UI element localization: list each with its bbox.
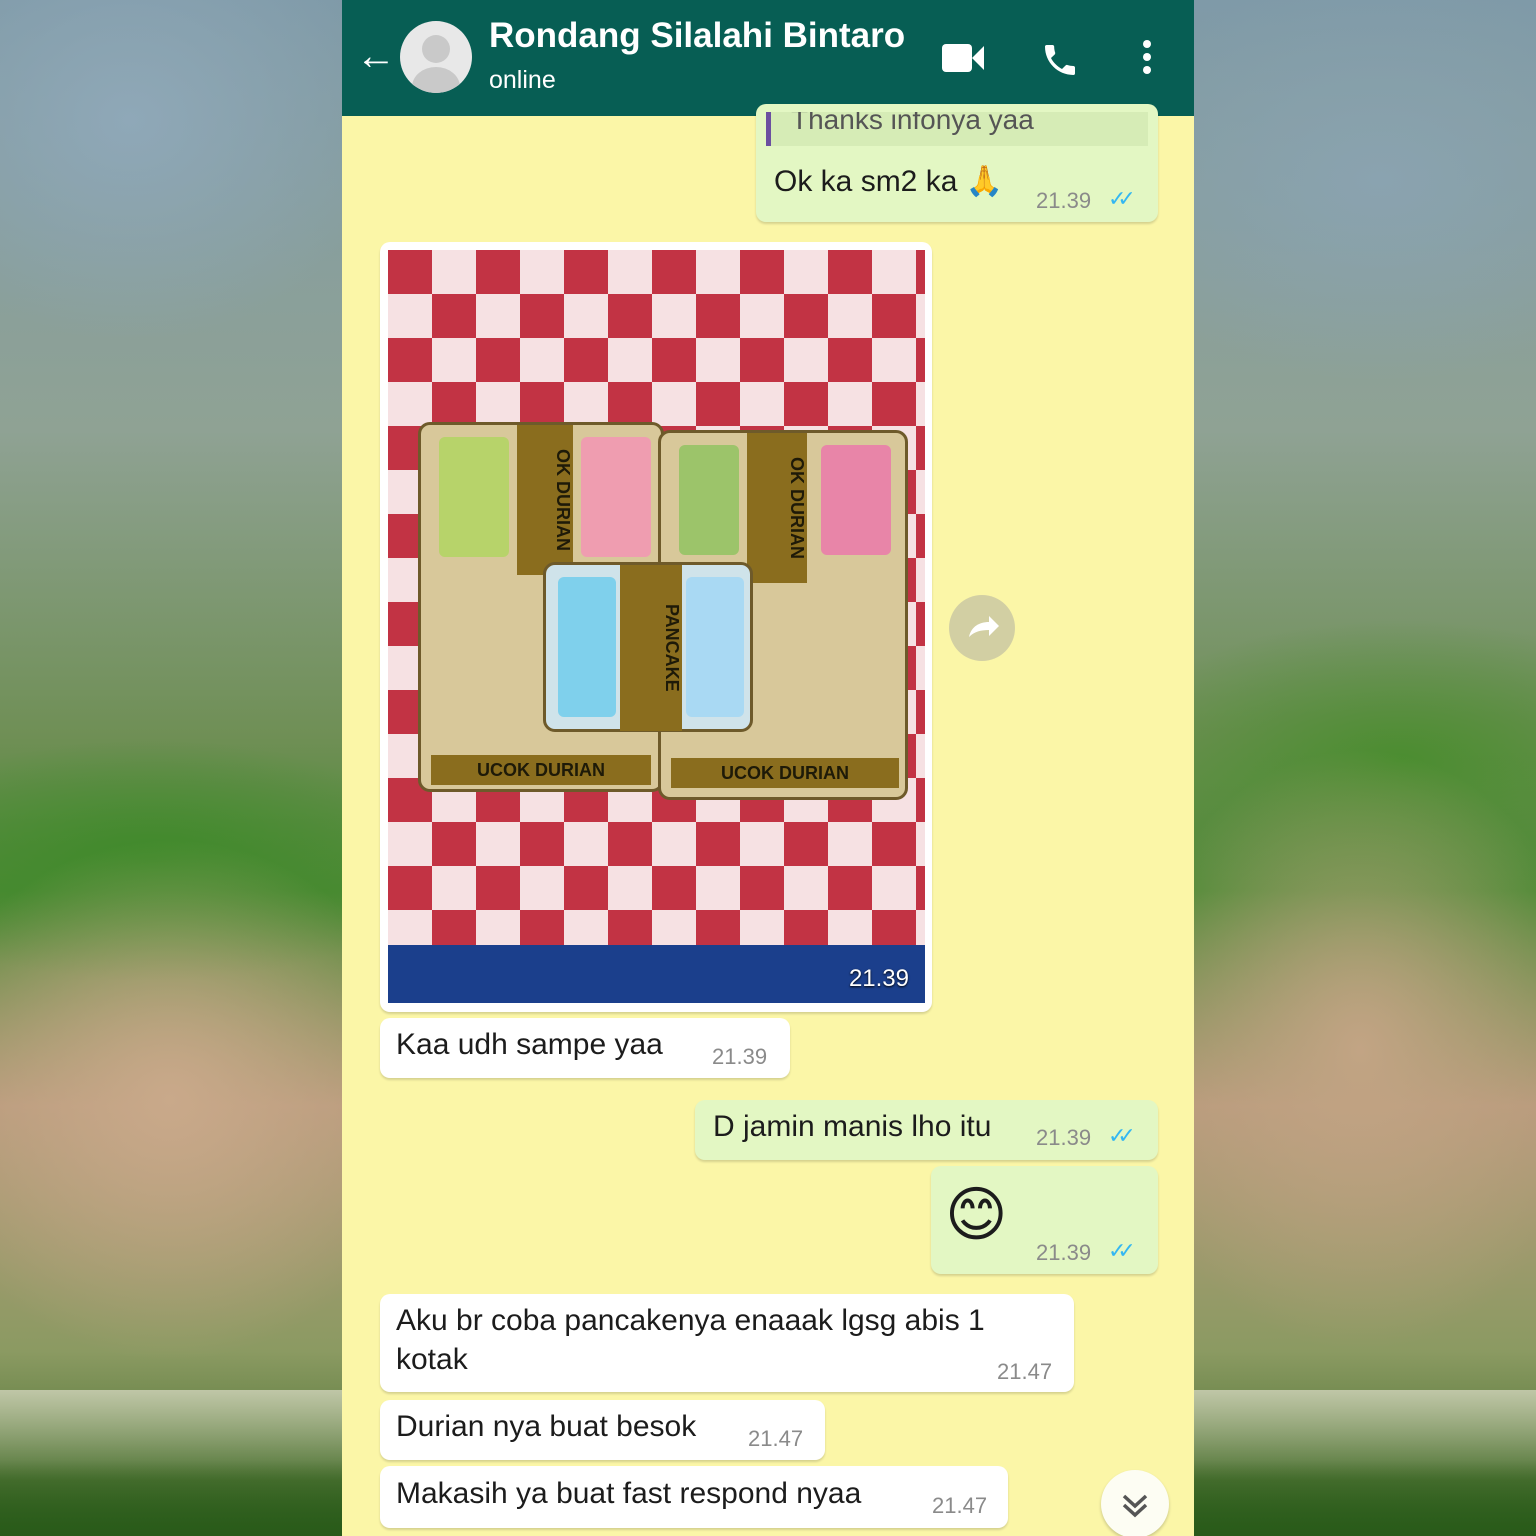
message-text-line: Aku br coba pancakenya enaaak lgsg abis … xyxy=(396,1304,985,1337)
message-time: 21.47 xyxy=(997,1359,1053,1384)
message-text: Makasih ya buat fast respond nyaa xyxy=(396,1477,862,1510)
message-time: 21.39 xyxy=(1036,1125,1092,1150)
package-label: OK DURIAN xyxy=(517,425,573,575)
message-text: Kaa udh sampe yaa xyxy=(396,1028,663,1061)
default-avatar-icon[interactable] xyxy=(400,21,472,93)
pancake-box-blue xyxy=(558,577,616,717)
message-text: D jamin manis lho itu xyxy=(713,1110,992,1143)
message-time: 21.47 xyxy=(748,1426,804,1451)
quoted-message[interactable]: Thanks infonya yaa xyxy=(766,112,1148,146)
contact-status: online xyxy=(489,66,556,94)
package-box: PANCAKE xyxy=(543,562,753,732)
pancake-box-green xyxy=(679,445,739,555)
message-text: Ok ka sm2 ka 🙏 xyxy=(774,165,1004,198)
pancake-box-pink xyxy=(581,437,651,557)
message-time: 21.39 xyxy=(848,965,909,992)
pancake-box-pink xyxy=(821,445,891,555)
pancake-box-blue xyxy=(686,577,744,717)
package-label: UCOK DURIAN xyxy=(671,758,899,788)
chevron-down-icon xyxy=(1122,1494,1148,1518)
avatar-body xyxy=(412,67,460,93)
read-ticks-icon: ✓✓ xyxy=(1108,1238,1136,1263)
package-label: PANCAKE xyxy=(620,565,682,731)
chat-header: ← Rondang Silalahi Bintaro online xyxy=(342,0,1194,116)
video-call-icon[interactable] xyxy=(940,38,986,78)
shared-photo[interactable]: OK DURIAN UCOK DURIAN OK DURIAN UCOK DUR… xyxy=(388,250,925,1003)
message-time: 21.39 xyxy=(712,1044,768,1069)
message-time: 21.47 xyxy=(932,1493,988,1518)
message-text: Durian nya buat besok xyxy=(396,1410,697,1443)
message-time: 21.39 xyxy=(1036,1240,1092,1265)
message-text-line: kotak xyxy=(396,1343,468,1376)
package-label: OK DURIAN xyxy=(747,433,807,583)
blue-cloth xyxy=(388,945,925,1003)
package-label: UCOK DURIAN xyxy=(431,755,651,785)
forward-icon[interactable] xyxy=(949,595,1015,661)
message-time: 21.39 xyxy=(1036,188,1092,213)
double-chevron-down-icon[interactable] xyxy=(1101,1470,1169,1536)
emoji-message: 😊 xyxy=(945,1181,1008,1248)
more-vert-icon[interactable] xyxy=(1137,38,1157,78)
quoted-text: Thanks infonya yaa xyxy=(791,112,1034,135)
phone-icon[interactable] xyxy=(1040,40,1080,80)
chat-screen: ← Rondang Silalahi Bintaro online Thanks… xyxy=(342,0,1194,1536)
arrow-left-icon[interactable]: ← xyxy=(356,34,396,78)
image-message[interactable]: OK DURIAN UCOK DURIAN OK DURIAN UCOK DUR… xyxy=(380,242,932,1012)
read-ticks-icon: ✓✓ xyxy=(1108,1123,1136,1148)
forward-arrow-icon xyxy=(969,616,999,637)
contact-name[interactable]: Rondang Silalahi Bintaro xyxy=(489,16,905,56)
pancake-box-green xyxy=(439,437,509,557)
read-ticks-icon: ✓✓ xyxy=(1108,186,1136,211)
avatar-head xyxy=(422,35,450,63)
